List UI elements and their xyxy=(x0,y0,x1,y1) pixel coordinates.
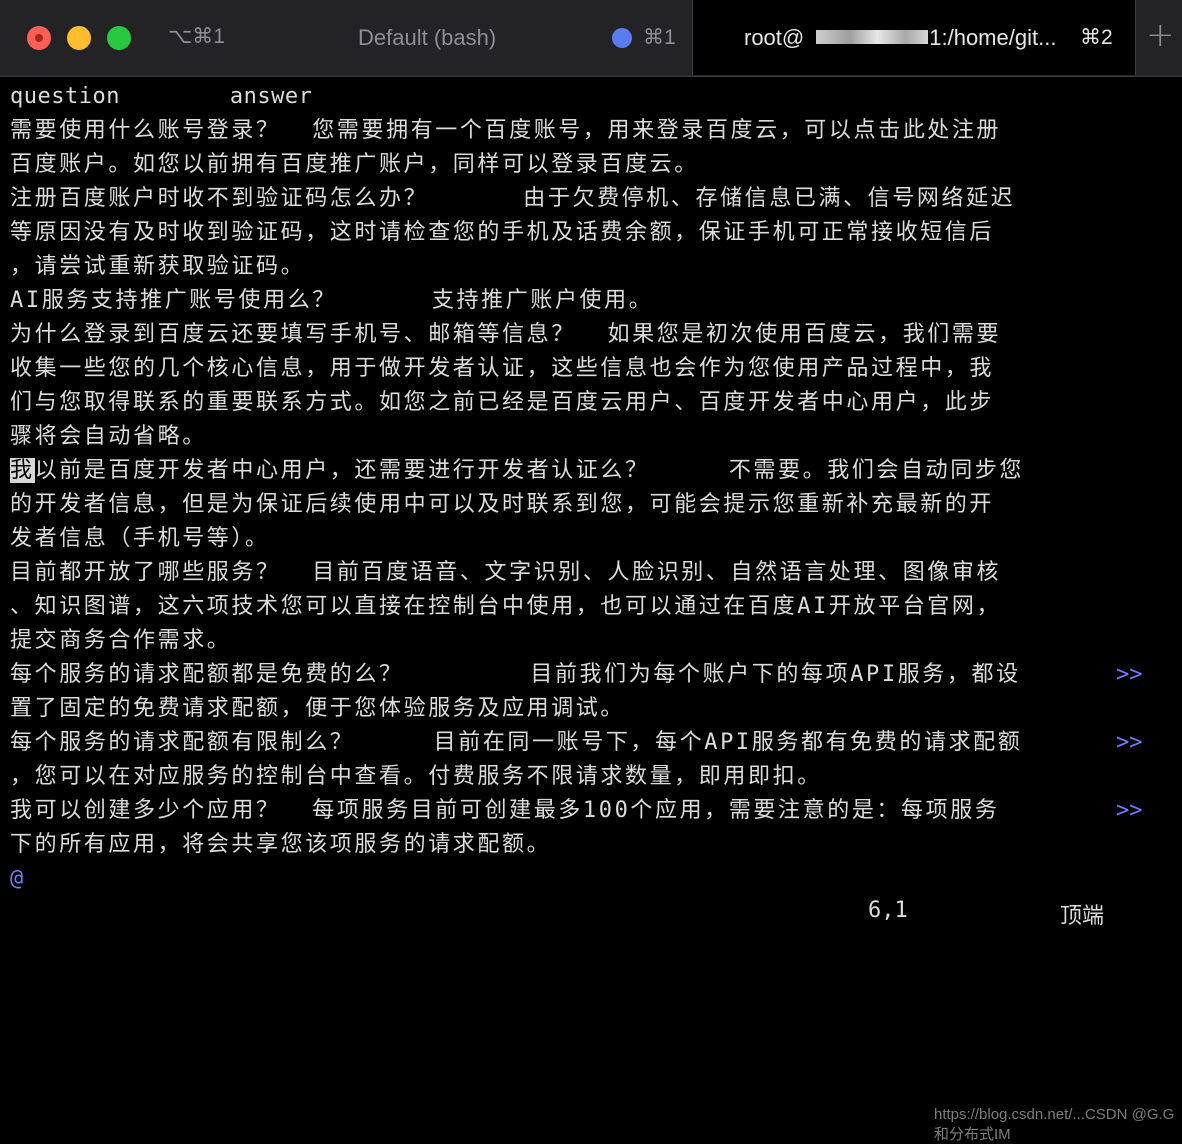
activity-indicator-icon xyxy=(612,28,632,48)
tab-root-shortcut: ⌘2 xyxy=(1080,26,1113,49)
line-text: 置了固定的免费请求配额，便于您体验服务及应用调试。 xyxy=(10,696,626,721)
tab-default-title: Default (bash) xyxy=(358,25,497,50)
minimize-window-button[interactable] xyxy=(67,26,91,50)
terminal-line: 下的所有应用，将会共享您该项服务的请求配额。 xyxy=(10,828,1170,862)
truncated-line-marker: @ xyxy=(10,866,24,891)
line-text: 的开发者信息，但是为保证后续使用中可以及时联系到您，可能会提示您重新补充最新的开 xyxy=(10,492,995,517)
line-text: 提交商务合作需求。 xyxy=(10,628,232,653)
scroll-position-status: 顶端 xyxy=(1060,904,1105,929)
terminal-line: ，您可以在对应服务的控制台中查看。付费服务不限请求数量，即用即扣。 xyxy=(10,760,1170,794)
line-continuation-marker: >> xyxy=(1116,662,1143,687)
line-text: 以前是百度开发者中心用户，还需要进行开发者认证么？ 不需要。我们会自动同步您 xyxy=(34,458,1025,483)
terminal-line: 提交商务合作需求。 xyxy=(10,624,1170,658)
tab-root-title-suffix: 1:/home/git... xyxy=(929,25,1057,50)
line-text: ，您可以在对应服务的控制台中查看。付费服务不限请求数量，即用即扣。 xyxy=(10,764,822,789)
line-text: 每个服务的请求配额都是免费的么？ 目前我们为每个账户下的每项API服务，都设 xyxy=(10,662,1021,687)
line-text: 们与您取得联系的重要联系方式。如您之前已经是百度云用户、百度开发者中心用户，此步 xyxy=(10,390,995,415)
terminal-line: 、知识图谱，这六项技术您可以直接在控制台中使用，也可以通过在百度AI开放平台官网… xyxy=(10,590,1170,624)
line-text: 为什么登录到百度云还要填写手机号、邮箱等信息？ 如果您是初次使用百度云，我们需要 xyxy=(10,322,1002,347)
title-bar: ⌥⌘1 Default (bash) ⌘1 root@ 1:/home/git..… xyxy=(0,0,1182,77)
terminal-line: 为什么登录到百度云还要填写手机号、邮箱等信息？ 如果您是初次使用百度云，我们需要 xyxy=(10,318,1170,352)
line-text: 注册百度账户时收不到验证码怎么办？ 由于欠费停机、存储信息已满、信号网络延迟 xyxy=(10,186,1016,211)
terminal-line: 注册百度账户时收不到验证码怎么办？ 由于欠费停机、存储信息已满、信号网络延迟 xyxy=(10,182,1170,216)
terminal-line: 收集一些您的几个核心信息，用于做开发者认证，这些信息也会作为您使用产品过程中，我 xyxy=(10,352,1170,386)
terminal-line: 等原因没有及时收到验证码，这时请检查您的手机及话费余额，保证手机可正常接收短信后 xyxy=(10,216,1170,250)
terminal-line: @ xyxy=(10,862,1170,896)
tab-root-session[interactable]: root@ 1:/home/git... ⌘2 xyxy=(693,0,1136,75)
line-continuation-marker: >> xyxy=(1116,730,1143,755)
window-shortcut-label: ⌥⌘1 xyxy=(168,25,225,48)
text-cursor: 我 xyxy=(10,458,35,483)
terminal-line: AI服务支持推广账号使用么？ 支持推广账户使用。 xyxy=(10,284,1170,318)
line-text: 目前都开放了哪些服务？ 目前百度语音、文字识别、人脸识别、自然语言处理、图像审核 xyxy=(10,560,1002,585)
terminal-line: ，请尝试重新获取验证码。 xyxy=(10,250,1170,284)
terminal-line: 我以前是百度开发者中心用户，还需要进行开发者认证么？ 不需要。我们会自动同步您 xyxy=(10,454,1170,488)
terminal-line: 我可以创建多少个应用？ 每项服务目前可创建最多100个应用，需要注意的是：每项服… xyxy=(10,794,1170,828)
plus-icon: + xyxy=(1146,15,1175,55)
terminal-line: 发者信息（手机号等）。 xyxy=(10,522,1170,556)
line-text: 发者信息（手机号等）。 xyxy=(10,526,270,551)
terminal-line: 每个服务的请求配额都是免费的么？ 目前我们为每个账户下的每项API服务，都设 >> xyxy=(10,658,1170,692)
line-text: 、知识图谱，这六项技术您可以直接在控制台中使用，也可以通过在百度AI开放平台官网… xyxy=(10,594,1002,619)
line-text: ，请尝试重新获取验证码。 xyxy=(10,254,306,279)
watermark: https://blog.csdn.net/...CSDN @G.G和分布式IM xyxy=(934,1106,1175,1143)
line-text: 等原因没有及时收到验证码，这时请检查您的手机及话费余额，保证手机可正常接收短信后 xyxy=(10,220,995,245)
terminal-line: question answer xyxy=(10,80,1170,114)
terminal-line: 骤将会自动省略。 xyxy=(10,420,1170,454)
line-text: AI服务支持推广账号使用么？ 支持推广账户使用。 xyxy=(10,288,654,313)
close-window-button[interactable] xyxy=(27,26,51,50)
line-text: 百度账户。如您以前拥有百度推广账户，同样可以登录百度云。 xyxy=(10,152,699,177)
terminal-line: 需要使用什么账号登录？ 您需要拥有一个百度账号，用来登录百度云，可以点击此处注册 xyxy=(10,114,1170,148)
tab-default-bash[interactable]: ⌥⌘1 Default (bash) ⌘1 xyxy=(0,0,693,75)
tab-default-shortcut: ⌘1 xyxy=(643,26,676,49)
line-text: 收集一些您的几个核心信息，用于做开发者认证，这些信息也会作为您使用产品过程中，我 xyxy=(10,356,995,381)
terminal-line: 们与您取得联系的重要联系方式。如您之前已经是百度云用户、百度开发者中心用户，此步 xyxy=(10,386,1170,420)
redacted-host xyxy=(816,30,929,45)
line-text: 下的所有应用，将会共享您该项服务的请求配额。 xyxy=(10,832,552,857)
terminal-line: 的开发者信息，但是为保证后续使用中可以及时联系到您，可能会提示您重新补充最新的开 xyxy=(10,488,1170,522)
tab-root-title: root@ 1:/home/git... xyxy=(744,25,1056,51)
terminal-line: 百度账户。如您以前拥有百度推广账户，同样可以登录百度云。 xyxy=(10,148,1170,182)
terminal-line: 置了固定的免费请求配额，便于您体验服务及应用调试。 xyxy=(10,692,1170,726)
zoom-window-button[interactable] xyxy=(107,26,131,50)
line-text: 每个服务的请求配额有限制么？ 目前在同一账号下，每个API服务都有免费的请求配额 xyxy=(10,730,1023,755)
new-tab-button[interactable]: + xyxy=(1136,0,1182,75)
line-continuation-marker: >> xyxy=(1116,798,1143,823)
line-text: 我可以创建多少个应用？ 每项服务目前可创建最多100个应用，需要注意的是：每项服… xyxy=(10,798,1000,823)
cursor-position-status: 6,1 xyxy=(868,898,908,923)
line-text: 骤将会自动省略。 xyxy=(10,424,207,449)
terminal-line: 每个服务的请求配额有限制么？ 目前在同一账号下，每个API服务都有免费的请求配额… xyxy=(10,726,1170,760)
line-text: question answer xyxy=(10,84,313,109)
terminal-output[interactable]: question answer 需要使用什么账号登录？ 您需要拥有一个百度账号，… xyxy=(10,80,1170,896)
tab-root-title-prefix: root@ xyxy=(744,25,805,50)
line-text: 需要使用什么账号登录？ 您需要拥有一个百度账号，用来登录百度云，可以点击此处注册 xyxy=(10,118,1002,143)
terminal-line: 目前都开放了哪些服务？ 目前百度语音、文字识别、人脸识别、自然语言处理、图像审核 xyxy=(10,556,1170,590)
